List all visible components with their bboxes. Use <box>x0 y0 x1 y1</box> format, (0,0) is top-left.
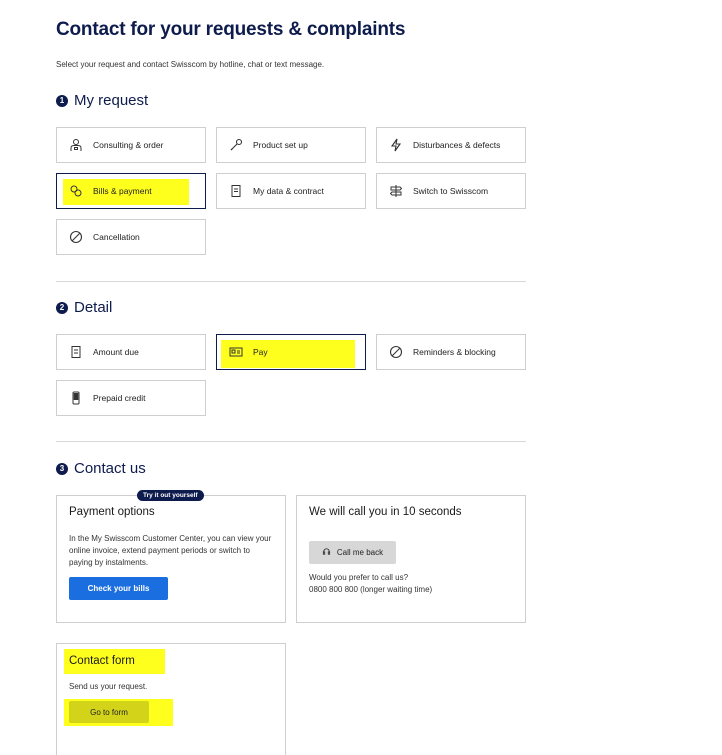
page-subtitle: Select your request and contact Swisscom… <box>56 60 325 69</box>
card-text: Send us your request. <box>69 682 148 691</box>
cancel-circle-icon <box>69 230 83 244</box>
section-contact-us: 3 Contact us <box>56 460 146 477</box>
payment-options-card: Try it out yourself Payment options In t… <box>56 490 286 623</box>
section-title: Contact us <box>74 460 146 477</box>
section-detail: 2 Detail <box>56 299 112 316</box>
tile-label: My data & contract <box>253 186 324 196</box>
hotline-number: 0800 800 800 (longer waiting time) <box>309 585 433 594</box>
phone-icon <box>69 391 83 405</box>
coins-icon <box>69 184 83 198</box>
call-me-back-button[interactable]: Call me back <box>309 541 396 564</box>
card-text: In the My Swisscom Customer Center, you … <box>69 534 272 567</box>
step-number: 3 <box>56 462 68 475</box>
tile-cancellation[interactable]: Cancellation <box>56 219 206 255</box>
step-number: 2 <box>56 301 68 314</box>
step-number: 1 <box>56 94 68 107</box>
tile-label: Amount due <box>93 347 139 357</box>
tile-pay[interactable]: Pay <box>216 334 366 370</box>
check-bills-button[interactable]: Check your bills <box>69 577 168 600</box>
tile-reminders-blocking[interactable]: Reminders & blocking <box>376 334 526 370</box>
section-title: My request <box>74 92 149 109</box>
tile-label: Consulting & order <box>93 140 164 150</box>
tile-label: Reminders & blocking <box>413 347 496 357</box>
wrench-icon <box>229 138 243 152</box>
lightning-icon <box>389 138 403 152</box>
payment-slip-icon <box>229 345 243 359</box>
tile-disturbances-defects[interactable]: Disturbances & defects <box>376 127 526 163</box>
cancel-circle-icon <box>389 345 403 359</box>
tile-label: Pay <box>253 347 268 357</box>
tile-my-data-contract[interactable]: My data & contract <box>216 173 366 209</box>
button-label: Call me back <box>336 548 384 557</box>
section-divider <box>56 281 526 282</box>
page-title: Contact for your requests & complaints <box>56 19 406 40</box>
tile-prepaid-credit[interactable]: Prepaid credit <box>56 380 206 416</box>
headset-icon <box>322 547 331 558</box>
tile-label: Disturbances & defects <box>413 140 501 150</box>
tile-bills-payment[interactable]: Bills & payment <box>56 173 206 209</box>
tile-label: Bills & payment <box>93 186 152 196</box>
card-title: Payment options <box>69 506 155 518</box>
card-text-line1: Would you prefer to call us? <box>309 573 409 582</box>
card-title: Contact form <box>69 655 135 667</box>
try-it-badge: Try it out yourself <box>137 490 204 501</box>
tile-label: Product set up <box>253 140 308 150</box>
tile-label: Prepaid credit <box>93 393 146 403</box>
signpost-icon <box>389 184 403 198</box>
section-my-request: 1 My request <box>56 92 148 109</box>
tile-amount-due[interactable]: Amount due <box>56 334 206 370</box>
tile-label: Switch to Swisscom <box>413 186 489 196</box>
tile-label: Cancellation <box>93 232 140 242</box>
tile-product-setup[interactable]: Product set up <box>216 127 366 163</box>
person-consulting-icon <box>69 138 83 152</box>
invoice-icon <box>69 345 83 359</box>
contact-form-card: Contact form Send us your request. Go to… <box>56 643 286 755</box>
tile-switch-to-swisscom[interactable]: Switch to Swisscom <box>376 173 526 209</box>
document-icon <box>229 184 243 198</box>
callback-card: We will call you in 10 seconds Call me b… <box>296 495 526 623</box>
section-divider <box>56 441 526 442</box>
card-title: We will call you in 10 seconds <box>309 506 462 518</box>
go-to-form-button[interactable]: Go to form <box>69 701 149 723</box>
tile-consulting-order[interactable]: Consulting & order <box>56 127 206 163</box>
section-title: Detail <box>74 299 113 316</box>
